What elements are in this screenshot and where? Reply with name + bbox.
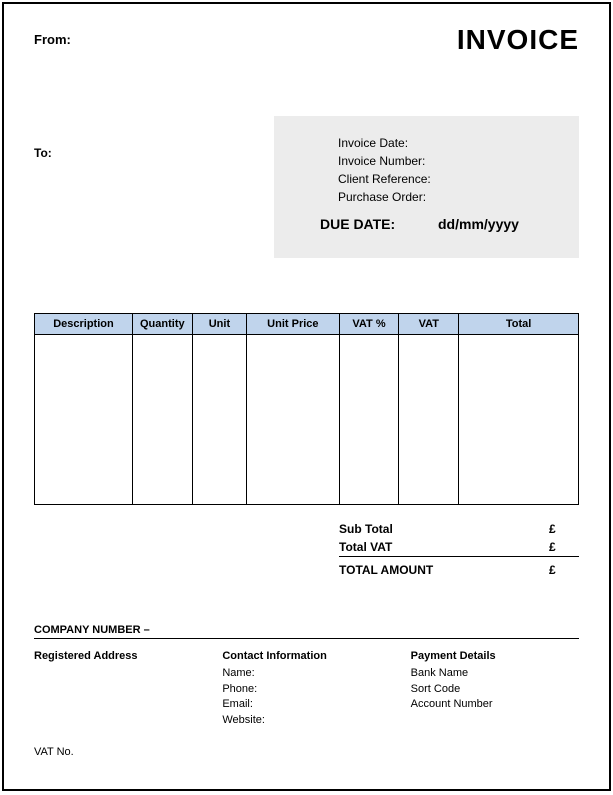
total-amount-row: TOTAL AMOUNT £ bbox=[339, 561, 579, 579]
footer-columns: Registered Address Contact Information N… bbox=[34, 649, 579, 728]
table-header-row: Description Quantity Unit Unit Price VAT… bbox=[35, 314, 579, 335]
table-row bbox=[35, 335, 579, 505]
items-table: Description Quantity Unit Unit Price VAT… bbox=[34, 313, 579, 505]
client-reference-label: Client Reference: bbox=[298, 172, 438, 186]
vat-no-label: VAT No. bbox=[34, 746, 579, 758]
header-row: From: INVOICE bbox=[34, 24, 579, 56]
col-vat-percent: VAT % bbox=[339, 314, 399, 335]
contact-website-label: Website: bbox=[222, 713, 390, 728]
col-unit: Unit bbox=[192, 314, 246, 335]
to-column: To: bbox=[34, 116, 254, 258]
total-amount-currency: £ bbox=[549, 563, 579, 577]
payment-title: Payment Details bbox=[411, 649, 579, 664]
contact-email-label: Email: bbox=[222, 697, 390, 712]
col-vat: VAT bbox=[399, 314, 459, 335]
cell-unit-price bbox=[247, 335, 339, 505]
sub-total-currency: £ bbox=[549, 522, 579, 536]
invoice-date-value bbox=[438, 136, 555, 150]
contact-phone-label: Phone: bbox=[222, 682, 390, 697]
total-vat-row: Total VAT £ bbox=[339, 538, 579, 557]
invoice-number-row: Invoice Number: bbox=[298, 154, 555, 168]
sort-code-label: Sort Code bbox=[411, 682, 579, 697]
bank-name-label: Bank Name bbox=[411, 666, 579, 681]
contact-info-col: Contact Information Name: Phone: Email: … bbox=[222, 649, 390, 728]
col-description: Description bbox=[35, 314, 133, 335]
totals-section: Sub Total £ Total VAT £ TOTAL AMOUNT £ bbox=[339, 520, 579, 579]
cell-vat-percent bbox=[339, 335, 399, 505]
registered-address-col: Registered Address bbox=[34, 649, 202, 728]
cell-quantity bbox=[132, 335, 192, 505]
due-date-label: DUE DATE: bbox=[298, 216, 438, 232]
purchase-order-row: Purchase Order: bbox=[298, 190, 555, 204]
contact-title: Contact Information bbox=[222, 649, 390, 664]
cell-total bbox=[459, 335, 579, 505]
registered-address-title: Registered Address bbox=[34, 649, 202, 664]
col-unit-price: Unit Price bbox=[247, 314, 339, 335]
company-number-label: COMPANY NUMBER – bbox=[34, 624, 579, 639]
invoice-title: INVOICE bbox=[457, 24, 579, 56]
to-label: To: bbox=[34, 146, 254, 160]
total-vat-currency: £ bbox=[549, 540, 579, 554]
due-date-row: DUE DATE: dd/mm/yyyy bbox=[298, 216, 555, 232]
due-date-value: dd/mm/yyyy bbox=[438, 216, 555, 232]
sub-total-label: Sub Total bbox=[339, 522, 549, 536]
cell-unit bbox=[192, 335, 246, 505]
company-section: COMPANY NUMBER – Registered Address Cont… bbox=[34, 624, 579, 758]
invoice-page: From: INVOICE To: Invoice Date: Invoice … bbox=[2, 2, 611, 791]
cell-vat bbox=[399, 335, 459, 505]
invoice-date-row: Invoice Date: bbox=[298, 136, 555, 150]
client-reference-row: Client Reference: bbox=[298, 172, 555, 186]
purchase-order-label: Purchase Order: bbox=[298, 190, 438, 204]
from-label: From: bbox=[34, 32, 71, 47]
invoice-date-label: Invoice Date: bbox=[298, 136, 438, 150]
total-vat-label: Total VAT bbox=[339, 540, 549, 554]
mid-section: To: Invoice Date: Invoice Number: Client… bbox=[34, 116, 579, 258]
col-quantity: Quantity bbox=[132, 314, 192, 335]
contact-name-label: Name: bbox=[222, 666, 390, 681]
invoice-number-value bbox=[438, 154, 555, 168]
total-amount-label: TOTAL AMOUNT bbox=[339, 563, 549, 577]
account-number-label: Account Number bbox=[411, 697, 579, 712]
invoice-number-label: Invoice Number: bbox=[298, 154, 438, 168]
purchase-order-value bbox=[438, 190, 555, 204]
client-reference-value bbox=[438, 172, 555, 186]
col-total: Total bbox=[459, 314, 579, 335]
payment-details-col: Payment Details Bank Name Sort Code Acco… bbox=[411, 649, 579, 728]
cell-description bbox=[35, 335, 133, 505]
sub-total-row: Sub Total £ bbox=[339, 520, 579, 538]
invoice-meta-box: Invoice Date: Invoice Number: Client Ref… bbox=[274, 116, 579, 258]
